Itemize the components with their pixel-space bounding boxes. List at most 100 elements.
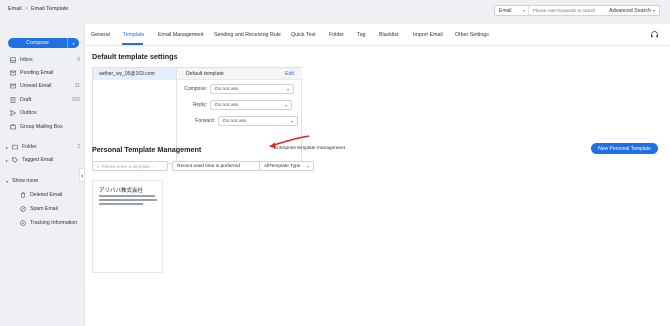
inbox-icon: [10, 57, 16, 63]
top-bar: Email>Email Template Email ▾ Advanced Se…: [0, 0, 670, 20]
new-personal-template-button[interactable]: New Personal Template: [591, 143, 658, 154]
personal-template-management-title: Personal Template Management: [92, 145, 202, 154]
sidebar-item-tagged-email[interactable]: ▸ Tagged Email: [6, 155, 80, 165]
compose-label: Compose: [26, 40, 49, 46]
chevron-down-icon: ▾: [284, 102, 287, 108]
headset-icon[interactable]: [650, 30, 659, 39]
sidebar-item-label: Folder: [22, 144, 37, 150]
sidebar-show-more-label: Show more: [12, 178, 39, 184]
trash-icon: [20, 192, 26, 198]
folder-icon: [12, 144, 18, 150]
tracking-icon: [20, 220, 26, 226]
forward-default-label: Forward:: [195, 118, 215, 124]
sidebar-item-inbox[interactable]: Inbox 6: [10, 55, 80, 65]
breadcrumb-current: Email Template: [30, 6, 69, 12]
sidebar-item-label: Tracking Information: [30, 220, 78, 226]
sidebar-item-label: Outbox: [20, 110, 37, 116]
sidebar-item-count: 11: [74, 83, 80, 89]
tab-tag[interactable]: Tag: [357, 32, 366, 38]
caret-down-icon: ▾: [6, 178, 9, 184]
chevron-down-icon: ▾: [72, 40, 75, 46]
edit-button[interactable]: Edit: [285, 71, 294, 77]
sidebar-item-count: 2: [77, 144, 80, 150]
sidebar-item-folder[interactable]: ▸ Folder 2: [6, 142, 80, 152]
sidebar-item-spam-email[interactable]: Spam Email: [20, 204, 90, 214]
sidebar-show-more[interactable]: ▾ Show more: [6, 176, 80, 186]
forward-default-row: Forward: Do not use ▾: [178, 116, 302, 126]
reply-default-select[interactable]: Do not use ▾: [210, 100, 292, 110]
compose-button[interactable]: Compose ▾: [8, 38, 79, 48]
tab-quick-text[interactable]: Quick Text: [291, 32, 316, 38]
sidebar-item-label: Inbox: [20, 57, 33, 63]
chevron-left-icon: ◂: [80, 172, 83, 178]
template-search-placeholder: Please enter a template ...: [101, 163, 156, 169]
default-template-header-label: Default template: [186, 70, 224, 77]
breadcrumb-separator: >: [24, 6, 28, 12]
default-template-header: Default template Edit: [178, 68, 302, 80]
tab-other-settings[interactable]: Other Settings: [455, 32, 489, 38]
breadcrumb-root[interactable]: Email: [8, 6, 22, 12]
sidebar-item-label: Spam Email: [30, 206, 58, 212]
sidebar-item-deleted-email[interactable]: Deleted Email: [20, 190, 90, 200]
tab-import-email[interactable]: Import Email: [413, 32, 443, 38]
tab-folder[interactable]: Folder: [329, 32, 344, 38]
advanced-search-button[interactable]: Advanced Search ▾: [609, 8, 659, 14]
compose-default-label: Compose:: [184, 86, 207, 92]
sidebar-item-pending-email[interactable]: Pending Email: [10, 68, 80, 78]
settings-tabs: General Template Email Management Sendin…: [85, 24, 670, 46]
sidebar: Compose ▾ Inbox 6 Pending Email Unread E…: [0, 28, 84, 326]
sidebar-item-label: Unread Email: [20, 83, 52, 89]
reply-default-label: Reply:: [192, 102, 207, 108]
breadcrumb: Email > Email Template: [8, 6, 68, 12]
unread-icon: [10, 83, 16, 89]
tab-template[interactable]: Template: [123, 32, 145, 38]
tab-general[interactable]: General: [91, 32, 110, 38]
template-search-input[interactable]: ⌕ Please enter a template ...: [92, 161, 168, 171]
sort-order-value: Recent used time is preferred: [177, 163, 240, 169]
sidebar-item-outbox[interactable]: Outbox: [10, 108, 80, 118]
chevron-down-icon: ▾: [306, 163, 309, 169]
search-bar: Email ▾ Advanced Search▾: [494, 5, 660, 16]
account-email: aether_wy_05@163.com: [99, 71, 155, 77]
chevron-down-icon: ▾: [652, 7, 655, 13]
forward-default-value: Do not use: [223, 118, 247, 124]
sidebar-item-count: 6: [77, 57, 80, 63]
account-item-selected[interactable]: aether_wy_05@163.com: [93, 68, 176, 80]
search-scope-select[interactable]: Email ▾: [495, 6, 529, 15]
spam-icon: [20, 206, 26, 212]
tab-email-management[interactable]: Email Management: [158, 32, 204, 38]
sidebar-item-draft[interactable]: Draft 105: [10, 95, 80, 105]
tag-icon: [12, 157, 18, 163]
compose-default-row: Compose: Do not use ▾: [178, 84, 302, 94]
template-card[interactable]: アリババ株式会社: [92, 180, 163, 273]
compose-default-select[interactable]: Do not use ▾: [210, 84, 294, 94]
tab-blacklist[interactable]: Blacklist: [379, 32, 398, 38]
template-card-preview: [99, 195, 157, 207]
draft-icon: [10, 97, 16, 103]
sidebar-item-label: Tagged Email: [22, 157, 54, 163]
annotation-arrow: [269, 135, 310, 149]
main-panel: General Template Email Management Sendin…: [84, 24, 670, 326]
sidebar-item-tracking-information[interactable]: Tracking Information: [20, 218, 90, 228]
search-scope-value: Email: [499, 7, 512, 14]
compose-default-value: Do not use: [215, 86, 239, 92]
chevron-down-icon: ▾: [522, 8, 525, 13]
sidebar-item-label: Pending Email: [20, 70, 54, 76]
sidebar-item-count: 105: [71, 97, 80, 103]
sidebar-item-label: Group Mailing Box: [20, 124, 63, 130]
tab-sending-receiving-rule[interactable]: Sending and Receiving Rule: [214, 32, 281, 38]
search-icon: ⌕: [97, 163, 100, 169]
advanced-search-label: Advanced Search: [609, 7, 651, 14]
active-tab-indicator: [122, 43, 143, 45]
sidebar-item-unread-email[interactable]: Unread Email 11: [10, 81, 80, 91]
sidebar-item-group-mailing-box[interactable]: Group Mailing Box: [10, 122, 80, 132]
outbox-icon: [10, 110, 16, 116]
search-input[interactable]: [529, 8, 610, 13]
group-mail-icon: [10, 124, 16, 130]
template-type-select[interactable]: AllTemplate Type ▾: [259, 161, 314, 171]
chevron-down-icon: ▾: [290, 118, 293, 124]
template-card-title: アリババ株式会社: [99, 188, 144, 194]
compose-dropdown[interactable]: ▾: [67, 38, 79, 48]
reply-default-value: Do not use: [215, 102, 239, 108]
forward-default-select[interactable]: Do not use ▾: [218, 116, 298, 126]
